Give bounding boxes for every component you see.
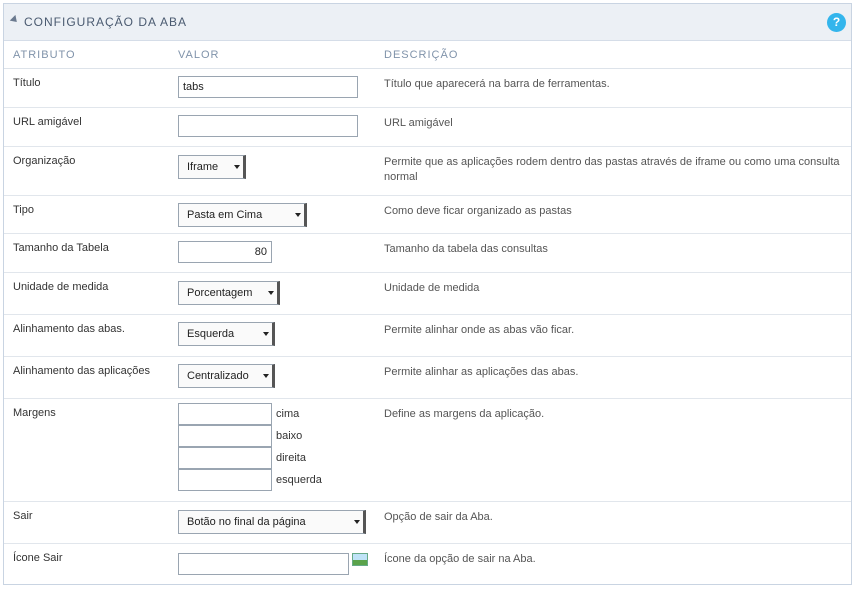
- dropdown-arrow-icon: [295, 213, 301, 217]
- alinhamento-apps-value: Centralizado: [187, 370, 249, 382]
- dropdown-arrow-icon: [263, 374, 269, 378]
- row-titulo: Título tabs Título que aparecerá na barr…: [4, 69, 851, 108]
- row-unidade: Unidade de medida Porcentagem Unidade de…: [4, 273, 851, 315]
- column-headers: ATRIBUTO VALOR DESCRIÇÃO: [4, 41, 851, 69]
- margin-top-label: cima: [276, 408, 300, 420]
- tamanho-input[interactable]: 80: [178, 241, 272, 263]
- row-tamanho: Tamanho da Tabela 80 Tamanho da tabela d…: [4, 234, 851, 273]
- label-tamanho: Tamanho da Tabela: [13, 242, 109, 254]
- row-sair: Sair Botão no final da página Opção de s…: [4, 502, 851, 544]
- desc-titulo: Título que aparecerá na barra de ferrame…: [384, 78, 610, 90]
- margin-left-input[interactable]: [178, 469, 272, 491]
- margin-left-label: esquerda: [276, 474, 322, 486]
- row-alinhamento-abas: Alinhamento das abas. Esquerda Permite a…: [4, 315, 851, 357]
- row-icone-sair: Ícone Sair Ícone da opção de sair na Aba…: [4, 544, 851, 582]
- unidade-value: Porcentagem: [187, 287, 253, 299]
- dropdown-arrow-icon: [354, 520, 360, 524]
- icone-sair-input[interactable]: [178, 553, 349, 575]
- margin-right-label: direita: [276, 452, 306, 464]
- sair-select[interactable]: Botão no final da página: [178, 510, 366, 534]
- margin-bottom-input[interactable]: [178, 425, 272, 447]
- help-icon[interactable]: ?: [827, 13, 846, 32]
- row-alinhamento-apps: Alinhamento das aplicações Centralizado …: [4, 357, 851, 399]
- desc-url: URL amigável: [384, 117, 453, 129]
- margin-right-input[interactable]: [178, 447, 272, 469]
- desc-sair: Opção de sair da Aba.: [384, 511, 493, 523]
- desc-tamanho: Tamanho da tabela das consultas: [384, 243, 548, 255]
- organizacao-value: Iframe: [187, 161, 219, 173]
- row-organizacao: Organização Iframe Permite que as aplica…: [4, 147, 851, 196]
- organizacao-select[interactable]: Iframe: [178, 155, 246, 179]
- alinhamento-apps-select[interactable]: Centralizado: [178, 364, 275, 388]
- unidade-select[interactable]: Porcentagem: [178, 281, 280, 305]
- titulo-input[interactable]: tabs: [178, 76, 358, 98]
- collapse-icon[interactable]: [9, 14, 20, 25]
- label-alinhamento-apps: Alinhamento das aplicações: [13, 365, 150, 377]
- label-organizacao: Organização: [13, 155, 76, 167]
- label-titulo: Título: [13, 77, 41, 89]
- label-icone-sair: Ícone Sair: [13, 552, 63, 564]
- alinhamento-abas-select[interactable]: Esquerda: [178, 322, 275, 346]
- tipo-select[interactable]: Pasta em Cima: [178, 203, 307, 227]
- desc-unidade: Unidade de medida: [384, 282, 480, 294]
- col-desc: DESCRIÇÃO: [384, 48, 459, 61]
- label-margens: Margens: [13, 407, 56, 419]
- tipo-value: Pasta em Cima: [187, 209, 263, 221]
- alinhamento-abas-value: Esquerda: [187, 328, 235, 340]
- dropdown-arrow-icon: [268, 291, 274, 295]
- dropdown-arrow-icon: [263, 332, 269, 336]
- panel-title: CONFIGURAÇÃO DA ABA: [24, 15, 188, 29]
- col-attr: ATRIBUTO: [13, 48, 76, 61]
- row-tipo: Tipo Pasta em Cima Como deve ficar organ…: [4, 196, 851, 234]
- margin-top-input[interactable]: [178, 403, 272, 425]
- desc-alinhamento-apps: Permite alinhar as aplicações das abas.: [384, 366, 579, 378]
- desc-organizacao: Permite que as aplicações rodem dentro d…: [384, 156, 840, 183]
- label-tipo: Tipo: [13, 204, 34, 216]
- desc-alinhamento-abas: Permite alinhar onde as abas vão ficar.: [384, 324, 575, 336]
- label-alinhamento-abas: Alinhamento das abas.: [13, 323, 125, 335]
- desc-icone-sair: Ícone da opção de sair na Aba.: [384, 553, 536, 565]
- dropdown-arrow-icon: [234, 165, 240, 169]
- desc-margens: Define as margens da aplicação.: [384, 408, 545, 420]
- col-value: VALOR: [178, 48, 220, 61]
- row-url: URL amigável URL amigável: [4, 108, 851, 147]
- panel-header: CONFIGURAÇÃO DA ABA ?: [4, 4, 851, 41]
- label-url: URL amigável: [13, 116, 82, 128]
- label-unidade: Unidade de medida: [13, 281, 109, 293]
- margin-bottom-label: baixo: [276, 430, 303, 442]
- image-picker-icon[interactable]: [352, 553, 368, 566]
- url-input[interactable]: [178, 115, 358, 137]
- desc-tipo: Como deve ficar organizado as pastas: [384, 205, 572, 217]
- tab-config-panel: CONFIGURAÇÃO DA ABA ? ATRIBUTO VALOR DES…: [3, 3, 852, 585]
- label-sair: Sair: [13, 510, 33, 522]
- row-margens: Margens cima baixo direita esquerda Defi…: [4, 399, 851, 502]
- sair-value: Botão no final da página: [187, 516, 306, 528]
